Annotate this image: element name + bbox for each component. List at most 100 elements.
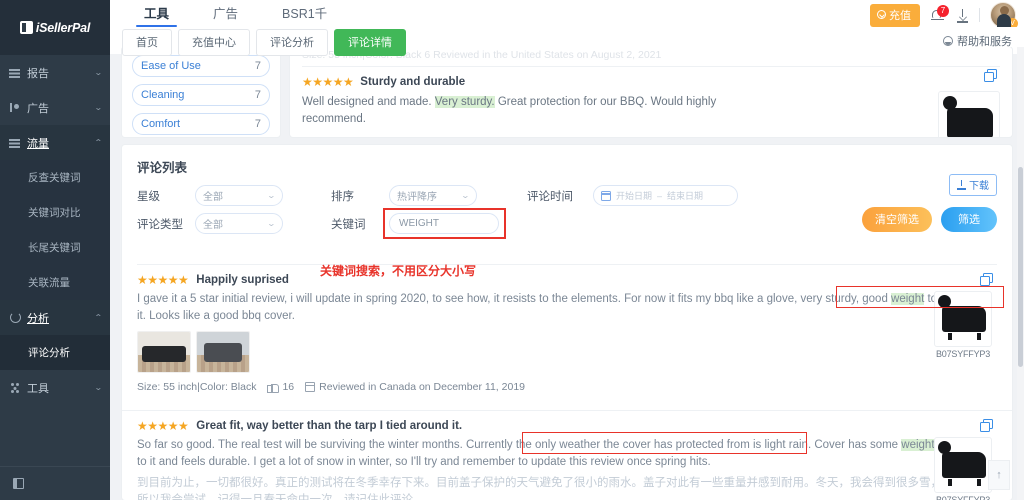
keyword-input[interactable]: [389, 213, 499, 234]
review-body: I gave it a 5 star initial review, i wil…: [137, 291, 942, 325]
copy-icon[interactable]: [984, 69, 998, 83]
chevron-down-icon: ⌄: [266, 191, 277, 200]
top-nav-tools[interactable]: 工具: [122, 3, 191, 27]
isellerpal-logo-icon: [19, 21, 33, 34]
sidebar-subitem-review-analysis[interactable]: 评论分析: [0, 335, 110, 370]
tag-label: Ease of Use: [141, 60, 201, 72]
top-nav: 工具 广告 BSR1千: [122, 3, 349, 27]
review-date-item: Reviewed in Canada on December 11, 2019: [305, 381, 525, 393]
review-images: [137, 331, 1012, 373]
calendar-icon: [601, 190, 611, 201]
review-size-color: Size: 55 inch|Color: Black: [137, 381, 257, 393]
sidebar-subitem-related-traffic[interactable]: 关联流量: [0, 265, 110, 300]
sidebar-subitem-keyword-compare[interactable]: 关键词对比: [0, 195, 110, 230]
star-filter-label: 星级: [137, 190, 160, 203]
review-title-row: ★★★★★ Sturdy and durable: [302, 75, 1000, 89]
review-body: So far so good. The real test will be su…: [137, 437, 942, 471]
notification-button[interactable]: 7: [930, 5, 949, 24]
keyword-input-wrap: [383, 208, 506, 239]
download-label: 下载: [969, 181, 989, 192]
product-asin: B07SYFFYP3: [935, 349, 991, 359]
clear-filter-button[interactable]: 清空筛选: [862, 207, 932, 232]
chevron-down-icon: ⌄: [94, 68, 104, 77]
tab-home[interactable]: 首页: [122, 29, 172, 56]
sidebar: iSellerPal 报告 ⌄ 广告 ⌄ 流量 ⌃ 反查关键词 关键词对比 长尾…: [0, 0, 110, 500]
review-item-partial: ★★★★★ Sturdy and durable Well designed a…: [290, 67, 1012, 137]
chevron-up-icon: ⌃: [94, 313, 104, 322]
brand-logo[interactable]: iSellerPal: [0, 0, 110, 55]
copy-icon[interactable]: [980, 419, 994, 433]
star-filter-value: 全部: [203, 192, 223, 203]
sidebar-item-reports[interactable]: 报告 ⌄: [0, 55, 110, 90]
scroll-to-top-button[interactable]: ↑: [988, 460, 1010, 490]
bars-icon: [9, 137, 22, 148]
star-rating: ★★★★★: [137, 273, 189, 287]
app-root: iSellerPal 报告 ⌄ 广告 ⌄ 流量 ⌃ 反查关键词 关键词对比 长尾…: [0, 0, 1024, 500]
review-body-highlight: Very sturdy.: [434, 96, 495, 108]
sidebar-collapse-button[interactable]: [0, 466, 110, 500]
product-asin-block[interactable]: B07SYFFYP3: [934, 291, 992, 359]
helpful-count: 16: [282, 381, 295, 393]
keyword-filter-label: 关键词: [331, 218, 366, 231]
review-title: Sturdy and durable: [360, 76, 466, 88]
top-header: 工具 广告 BSR1千 充值 7 V: [110, 0, 1024, 29]
tab-review-detail[interactable]: 评论详情: [334, 29, 406, 56]
top-nav-ads[interactable]: 广告: [191, 3, 260, 27]
type-filter-label: 评论类型: [137, 218, 183, 231]
page-scrollbar[interactable]: [1017, 47, 1024, 500]
scrollbar-thumb[interactable]: [1018, 167, 1023, 367]
download-icon: [957, 179, 966, 190]
tag-count: 7: [254, 118, 261, 130]
download-icon[interactable]: [956, 8, 969, 23]
review-title-row: ★★★★★ Happily suprised: [137, 273, 1012, 287]
tab-review-analysis[interactable]: 评论分析: [256, 29, 328, 56]
sidebar-item-tools[interactable]: 工具 ⌄: [0, 370, 110, 405]
date-separator: –: [657, 190, 663, 201]
date-end-placeholder: 结束日期: [667, 191, 704, 201]
header-actions: 充值 7 V: [870, 2, 1018, 29]
helpful-count-item: 16: [267, 381, 294, 393]
main-area: 工具 广告 BSR1千 充值 7 V 帮助和服务 首页 充值中心 评论分析 评论…: [110, 0, 1024, 500]
chevron-down-icon: ⌄: [266, 219, 277, 228]
circle-icon: [9, 312, 22, 323]
sidebar-label-analysis: 分析: [27, 312, 49, 325]
review-meta: Size: 55 inch|Color: Black 16 Reviewed i…: [137, 373, 1012, 402]
review-image[interactable]: [137, 331, 191, 373]
sort-filter-select[interactable]: 热评降序 ⌄: [389, 185, 477, 206]
product-thumbnail: [934, 291, 992, 347]
review-body: Well designed and made. Very sturdy. Gre…: [302, 94, 732, 128]
chevron-down-icon: ⌄: [94, 103, 104, 112]
top-nav-bsr[interactable]: BSR1千: [260, 3, 349, 27]
tag-pill[interactable]: Cleaning 7: [132, 84, 270, 106]
date-range-picker[interactable]: 开始日期 – 结束日期: [593, 185, 738, 206]
copy-icon[interactable]: [980, 273, 994, 287]
sidebar-label-ads: 广告: [27, 102, 49, 115]
review-list: ★★★★★ Happily suprised I gave it a 5 sta…: [122, 265, 1012, 500]
filter-actions: 清空筛选 筛选: [862, 207, 997, 232]
apply-filter-button[interactable]: 筛选: [941, 207, 997, 232]
tag-label: Cleaning: [141, 89, 185, 101]
sort-filter-value: 热评降序: [397, 192, 437, 203]
review-body-pre: So far so good. The real test will be su…: [137, 439, 902, 451]
ad-icon: [9, 102, 22, 113]
avatar[interactable]: V: [990, 2, 1018, 29]
sidebar-item-ads[interactable]: 广告 ⌄: [0, 90, 110, 125]
brand-name: iSellerPal: [35, 20, 91, 35]
product-thumbnail[interactable]: [938, 91, 1000, 137]
sidebar-sublist-analysis: 评论分析: [0, 335, 110, 370]
star-filter-select[interactable]: 全部 ⌄: [195, 185, 283, 206]
tag-pill[interactable]: Ease of Use 7: [132, 55, 270, 77]
chevron-up-icon: ⌃: [94, 138, 104, 147]
tab-recharge-center[interactable]: 充值中心: [178, 29, 250, 56]
tag-pill[interactable]: Comfort 7: [132, 113, 270, 135]
sidebar-item-analysis[interactable]: 分析 ⌃: [0, 300, 110, 335]
product-asin-block[interactable]: B07SYFFYP3: [934, 437, 992, 500]
sidebar-subitem-longtail-keyword[interactable]: 长尾关键词: [0, 230, 110, 265]
sidebar-item-traffic[interactable]: 流量 ⌃: [0, 125, 110, 160]
download-button[interactable]: 下载: [949, 174, 997, 196]
recharge-button[interactable]: 充值: [870, 3, 920, 27]
review-image[interactable]: [196, 331, 250, 373]
type-filter-select[interactable]: 全部 ⌄: [195, 213, 283, 234]
review-title: Great fit, way better than the tarp I ti…: [196, 420, 463, 432]
sidebar-subitem-reverse-keyword[interactable]: 反查关键词: [0, 160, 110, 195]
